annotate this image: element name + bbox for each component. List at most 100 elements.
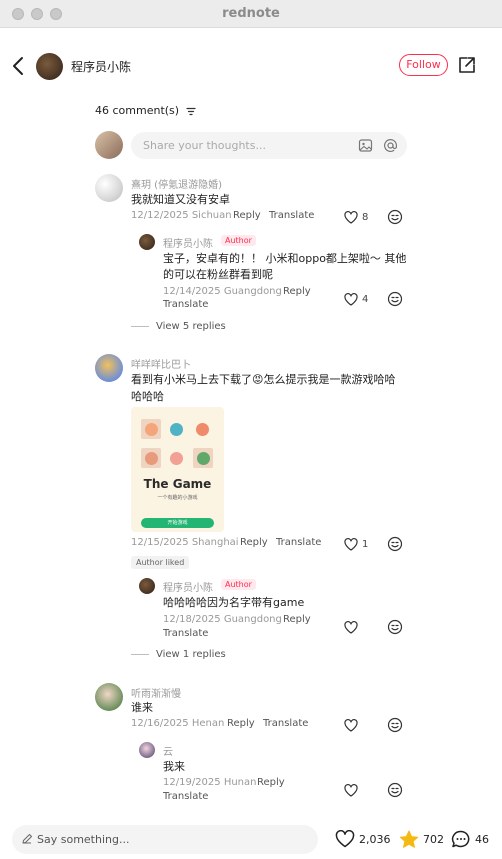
author-avatar[interactable]: [36, 53, 63, 80]
reply-button[interactable]: Reply: [240, 537, 268, 548]
comment-text-line2: 哈哈哈: [131, 390, 164, 403]
current-user-avatar: [95, 131, 123, 159]
view-replies-button[interactable]: View 1 replies: [131, 649, 226, 660]
say-something-input[interactable]: [12, 825, 318, 854]
translate-button[interactable]: Translate: [276, 537, 321, 548]
comment-text: 谁来: [131, 701, 153, 714]
reply-date-location: 12/18/2025 Guangdong: [163, 614, 282, 625]
like-count: 1: [362, 538, 369, 550]
image-icon[interactable]: [358, 138, 373, 153]
reply-author-avatar[interactable]: [139, 578, 155, 594]
reply-button[interactable]: Reply: [257, 777, 285, 788]
game-face: [145, 452, 158, 465]
commenter-avatar[interactable]: [95, 174, 123, 202]
reply-button[interactable]: Reply: [283, 614, 311, 625]
reply-button[interactable]: Reply: [283, 286, 311, 297]
like-button[interactable]: 8: [344, 209, 368, 225]
reply-author-avatar[interactable]: [139, 234, 155, 250]
like-count: 8: [362, 211, 369, 223]
emoji-reaction-icon[interactable]: [387, 717, 403, 733]
divider-line: [131, 653, 149, 655]
post-like-count: 2,036: [359, 832, 391, 846]
game-start-button: 开始游戏: [141, 518, 214, 528]
post-comment-button[interactable]: 46: [451, 829, 489, 849]
divider-line: [131, 325, 149, 327]
comment-text: 我就知道又没有安卓: [131, 193, 230, 206]
like-count: 4: [362, 293, 369, 305]
follow-button[interactable]: Follow: [399, 54, 448, 76]
post-collect-count: 702: [423, 832, 444, 846]
game-face: [196, 423, 209, 436]
author-liked-badge: Author liked: [131, 556, 190, 569]
post-collect-button[interactable]: 702: [399, 829, 444, 849]
comments-count: 46 comment(s): [95, 104, 196, 117]
like-button[interactable]: 4: [344, 291, 368, 307]
commenter-avatar[interactable]: [95, 354, 123, 382]
author-name[interactable]: 程序员小陈: [71, 58, 131, 75]
reply-author-name[interactable]: 程序员小陈: [163, 235, 213, 250]
emoji-reaction-icon[interactable]: [387, 619, 403, 635]
reply-button[interactable]: Reply: [227, 718, 255, 729]
heart-icon: [344, 292, 358, 306]
game-face: [170, 452, 183, 465]
heart-icon: [344, 210, 358, 224]
heart-icon: [344, 620, 358, 634]
comment-text-line1: 看到有小米马上去下载了😡怎么提示我是一款游戏哈哈: [131, 373, 396, 386]
reply-author-name[interactable]: 云: [163, 743, 173, 758]
heart-icon: [344, 537, 358, 551]
author-badge: Author: [221, 579, 256, 590]
like-button[interactable]: [344, 619, 358, 635]
commenter-name[interactable]: 熹玥 (停氪退游隐婚): [131, 176, 222, 191]
pencil-icon: [22, 834, 32, 844]
like-button[interactable]: 1: [344, 536, 368, 552]
view-replies-label: View 1 replies: [156, 649, 226, 660]
comment-date-location: 12/15/2025 Shanghai: [131, 537, 239, 548]
game-face: [197, 452, 210, 465]
game-subtitle: 一个有趣的小游戏: [157, 495, 198, 501]
post-comment-count: 46: [475, 832, 489, 846]
emoji-reaction-icon[interactable]: [387, 209, 403, 225]
comment-date-location: 12/16/2025 Henan: [131, 718, 225, 729]
reply-author-name[interactable]: 程序员小陈: [163, 579, 213, 594]
reply-text-line2: 的可以在粉丝群看到呢: [163, 268, 273, 281]
emoji-reaction-icon[interactable]: [387, 782, 403, 798]
translate-button[interactable]: Translate: [163, 299, 208, 310]
bottom-bar: 2,036 702 46: [0, 820, 502, 859]
reply-date-location: 12/19/2025 Hunan: [163, 777, 257, 788]
game-face: [145, 423, 158, 436]
game-title: The Game: [143, 477, 212, 491]
window-titlebar: rednote: [0, 0, 502, 28]
view-replies-label: View 5 replies: [156, 321, 226, 332]
comment-image[interactable]: The Game 一个有趣的小游戏 开始游戏: [131, 407, 224, 532]
commenter-name[interactable]: 咩咩咩比巴卜: [131, 356, 191, 371]
view-replies-button[interactable]: View 5 replies: [131, 321, 226, 332]
reply-text: 哈哈哈哈因为名字带有game: [163, 596, 305, 609]
share-icon[interactable]: [458, 56, 476, 74]
back-icon[interactable]: [10, 56, 28, 76]
translate-button[interactable]: Translate: [269, 210, 314, 221]
heart-icon: [344, 783, 358, 797]
reply-date-location: 12/14/2025 Guangdong: [163, 286, 282, 297]
mention-icon[interactable]: [383, 138, 398, 153]
emoji-reaction-icon[interactable]: [387, 536, 403, 552]
like-button[interactable]: [344, 717, 358, 733]
reply-text: 我来: [163, 760, 185, 773]
translate-button[interactable]: Translate: [163, 628, 208, 639]
translate-button[interactable]: Translate: [263, 718, 308, 729]
reply-author-avatar[interactable]: [139, 742, 155, 758]
translate-button[interactable]: Translate: [163, 791, 208, 802]
like-button[interactable]: [344, 782, 358, 798]
author-badge: Author: [221, 235, 256, 246]
comment-bubble-icon: [451, 830, 470, 847]
emoji-reaction-icon[interactable]: [387, 291, 403, 307]
post-like-button[interactable]: 2,036: [335, 829, 391, 849]
heart-icon: [344, 718, 358, 732]
post-header: 程序员小陈 Follow: [0, 28, 502, 104]
game-face: [170, 423, 183, 436]
reply-button[interactable]: Reply: [233, 210, 261, 221]
commenter-avatar[interactable]: [95, 683, 123, 711]
comments-count-label: 46 comment(s): [95, 104, 180, 117]
window-title: rednote: [222, 6, 280, 21]
heart-icon: [335, 830, 355, 848]
sort-icon[interactable]: [185, 107, 196, 116]
